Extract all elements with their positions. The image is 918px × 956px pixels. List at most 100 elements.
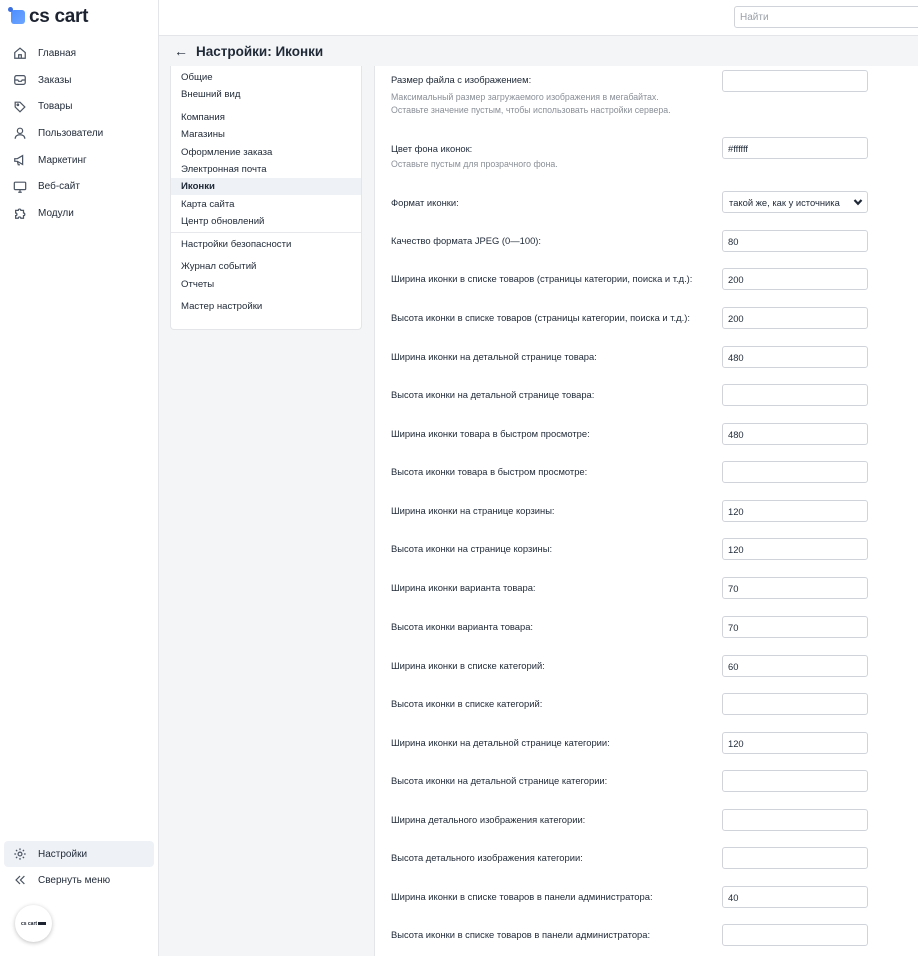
submenu-item-upgrade-center[interactable]: Центр обновлений	[171, 213, 361, 230]
setting-label: Ширина иконки в списке категорий:	[391, 660, 545, 671]
gear-icon	[13, 847, 27, 861]
setting-label: Высота детального изображения категории:	[391, 852, 583, 863]
setting-input[interactable]	[722, 384, 868, 406]
setting-help: Оставьте пустым для прозрачного фона.	[391, 159, 558, 169]
submenu-item-thumbnails[interactable]: Иконки	[171, 178, 361, 195]
submenu-item-checkout[interactable]: Оформление заказа	[171, 144, 361, 161]
submenu-item-stores[interactable]: Магазины	[171, 126, 361, 143]
main-nav: Главная Заказы Товары Пользователи Марке…	[0, 40, 159, 227]
sidebar-item-label: Веб-сайт	[38, 181, 80, 193]
setting-input[interactable]	[722, 307, 868, 329]
setting-label: Высота иконки на детальной странице това…	[391, 389, 595, 400]
submenu-item-email[interactable]: Электронная почта	[171, 161, 361, 178]
submenu-item-setup-wizard[interactable]: Мастер настройки	[171, 298, 361, 315]
bottom-nav: Настройки Свернуть меню	[4, 841, 154, 893]
format-select[interactable]: такой же, как у источника	[722, 191, 868, 213]
collapse-menu-button[interactable]: Свернуть меню	[4, 867, 154, 893]
setting-label: Ширина иконки на детальной странице кате…	[391, 737, 610, 748]
setting-input[interactable]	[722, 770, 868, 792]
sidebar-item-settings[interactable]: Настройки	[4, 841, 154, 867]
submenu-item-reports[interactable]: Отчеты	[171, 276, 361, 293]
search-input[interactable]	[734, 6, 918, 28]
home-icon	[13, 46, 27, 60]
setting-input[interactable]	[722, 538, 868, 560]
setting-label: Высота иконки в списке товаров в панели …	[391, 929, 651, 940]
logo[interactable]: cs cart	[8, 6, 89, 28]
sidebar-item-label: Товары	[38, 101, 73, 113]
setting-label: Цвет фона иконок:	[391, 143, 473, 154]
setting-input[interactable]	[722, 230, 868, 252]
setting-input[interactable]	[722, 809, 868, 831]
cs-cart-logo-icon	[8, 7, 25, 24]
sidebar: cs cart Главная Заказы Товары Пользовате…	[0, 0, 159, 956]
setting-label: Высота иконки варианта товара:	[391, 621, 534, 632]
setting-input[interactable]	[722, 693, 868, 715]
top-header	[159, 0, 918, 36]
setting-label: Качество формата JPEG (0—100):	[391, 235, 542, 246]
settings-form: Размер файла с изображением: Максимальны…	[374, 66, 918, 956]
setting-help: Оставьте значение пустым, чтобы использо…	[391, 105, 671, 115]
sidebar-item-addons[interactable]: Модули	[0, 200, 159, 227]
setting-label: Размер файла с изображением:	[391, 74, 532, 85]
setting-input[interactable]	[722, 461, 868, 483]
inbox-icon	[13, 73, 27, 87]
sidebar-item-website[interactable]: Веб-сайт	[0, 173, 159, 200]
setting-input[interactable]	[722, 732, 868, 754]
setting-label: Ширина иконки в списке товаров (страницы…	[391, 273, 693, 284]
page-header: ← Настройки: Иконки	[159, 36, 918, 66]
setting-label: Ширина иконки на странице корзины:	[391, 505, 555, 516]
setting-label: Высота иконки на странице корзины:	[391, 543, 553, 554]
avatar-logo-bar	[38, 922, 47, 925]
setting-input[interactable]	[722, 577, 868, 599]
setting-input[interactable]	[722, 924, 868, 946]
setting-input[interactable]	[722, 346, 868, 368]
setting-input[interactable]	[722, 500, 868, 522]
sidebar-item-marketing[interactable]: Маркетинг	[0, 147, 159, 174]
back-arrow-icon[interactable]: ←	[174, 44, 188, 58]
logo-text: cs cart	[29, 6, 89, 27]
sidebar-item-home[interactable]: Главная	[0, 40, 159, 67]
sidebar-item-users[interactable]: Пользователи	[0, 120, 159, 147]
setting-input[interactable]	[722, 423, 868, 445]
setting-label: Высота иконки в списке товаров (страницы…	[391, 312, 690, 323]
setting-input[interactable]	[722, 268, 868, 290]
submenu-item-general[interactable]: Общие	[171, 69, 361, 86]
user-icon	[13, 126, 27, 140]
setting-input[interactable]	[722, 847, 868, 869]
setting-label: Ширина иконки на детальной странице това…	[391, 351, 597, 362]
sidebar-item-label: Свернуть меню	[38, 874, 111, 886]
submenu-divider	[171, 232, 361, 233]
megaphone-icon	[13, 153, 27, 167]
collapse-icon	[13, 873, 27, 887]
sidebar-item-orders[interactable]: Заказы	[0, 67, 159, 94]
avatar[interactable]: cs cart	[15, 905, 52, 942]
page-title: Настройки: Иконки	[196, 43, 324, 59]
submenu-item-appearance[interactable]: Внешний вид	[171, 86, 361, 103]
submenu-item-security[interactable]: Настройки безопасности	[171, 236, 361, 253]
setting-label: Высота иконки на детальной странице кате…	[391, 775, 608, 786]
setting-label: Формат иконки:	[391, 197, 459, 208]
setting-label: Высота иконки товара в быстром просмотре…	[391, 466, 588, 477]
setting-label: Ширина детального изображения категории:	[391, 814, 586, 825]
puzzle-icon	[13, 206, 27, 220]
sidebar-item-label: Заказы	[38, 74, 72, 86]
setting-label: Ширина иконки варианта товара:	[391, 582, 536, 593]
sidebar-item-label: Главная	[38, 47, 77, 59]
sidebar-item-products[interactable]: Товары	[0, 93, 159, 120]
setting-input[interactable]	[722, 137, 868, 159]
setting-input[interactable]	[722, 616, 868, 638]
submenu-item-logs[interactable]: Журнал событий	[171, 258, 361, 275]
setting-input[interactable]	[722, 70, 868, 92]
avatar-label: cs cart	[20, 920, 38, 927]
setting-input[interactable]	[722, 886, 868, 908]
setting-label: Ширина иконки в списке товаров в панели …	[391, 891, 653, 902]
chevron-down-icon	[853, 197, 863, 207]
submenu-item-sitemap[interactable]: Карта сайта	[171, 196, 361, 213]
tag-icon	[13, 100, 27, 114]
submenu-item-company[interactable]: Компания	[171, 109, 361, 126]
sidebar-item-label: Модули	[38, 207, 74, 219]
setting-input[interactable]	[722, 655, 868, 677]
sidebar-item-label: Маркетинг	[38, 154, 87, 166]
settings-submenu: Общие Внешний вид Компания Магазины Офор…	[170, 66, 362, 330]
setting-label: Ширина иконки товара в быстром просмотре…	[391, 428, 590, 439]
